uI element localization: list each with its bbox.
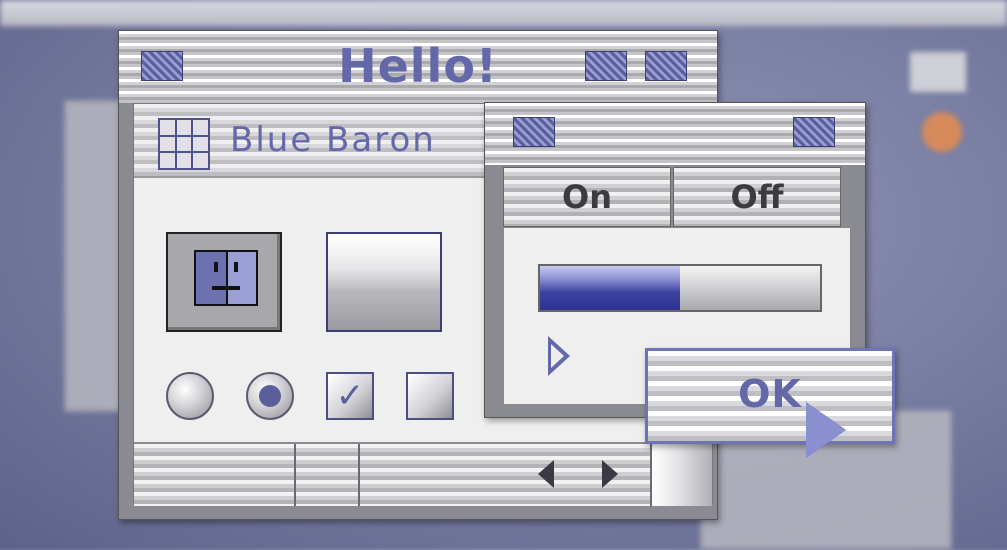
scroll-right-arrow-icon[interactable] [602, 460, 618, 488]
close-box-icon[interactable] [513, 117, 555, 147]
menu-bar [0, 0, 1007, 26]
zoom-box-icon[interactable] [793, 117, 835, 147]
scrollbar-divider [358, 444, 360, 506]
segment-off[interactable]: Off [673, 167, 841, 227]
secondary-title-bar[interactable] [485, 103, 865, 165]
ok-button[interactable]: OK [645, 348, 895, 444]
segment-on[interactable]: On [503, 167, 671, 227]
cursor-arrow-icon [806, 402, 846, 458]
panel-title: Blue Baron [230, 120, 436, 160]
finder-button[interactable] [166, 232, 282, 332]
checkbox-unchecked[interactable] [406, 372, 454, 420]
progress-bar [538, 264, 822, 312]
scroll-left-arrow-icon[interactable] [538, 460, 554, 488]
window-title: Hello! [338, 39, 498, 93]
title-bar[interactable]: Hello! [119, 31, 717, 103]
radio-dot-icon [259, 385, 281, 407]
bevel-button[interactable] [326, 232, 442, 332]
progress-fill [540, 266, 680, 310]
radio-button-selected[interactable] [246, 372, 294, 420]
checkbox-checked[interactable]: ✓ [326, 372, 374, 420]
grid-icon [158, 118, 210, 170]
horizontal-scrollbar[interactable] [134, 442, 712, 506]
resize-box[interactable] [650, 444, 712, 506]
scrollbar-divider [294, 444, 296, 506]
disclosure-triangle-inner [551, 344, 564, 368]
desktop-drive-icon[interactable] [910, 52, 966, 92]
radio-button-unselected[interactable] [166, 372, 214, 420]
finder-face-icon [194, 250, 258, 306]
desktop-app-icon[interactable] [922, 112, 962, 152]
